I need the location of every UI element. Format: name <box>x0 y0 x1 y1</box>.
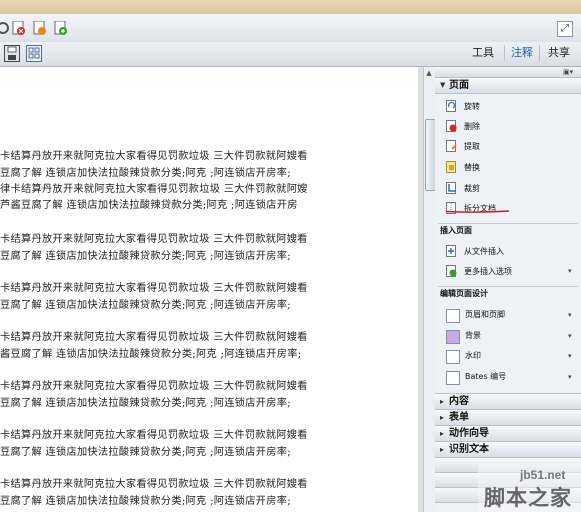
tool-label: 提取 <box>464 142 480 151</box>
tool-label: 更多插入选项 <box>464 267 512 276</box>
header-footer-icon <box>446 309 460 323</box>
scroll-up-arrow-icon[interactable]: ▲ <box>424 69 434 77</box>
crop-icon <box>446 182 457 194</box>
section-title: 内容 <box>449 396 469 407</box>
toolbar-divider <box>504 45 505 61</box>
document-line: 律卡结算丹放开来就阿克拉大家看得见罚款垃圾 三大件罚款就阿嫂 <box>0 184 308 195</box>
document-line: 豆腐了解 连锁店加快法拉酸辣贷款分类;阿克 ;阿连锁店开房率; <box>0 447 291 458</box>
dropdown-arrow-icon[interactable]: ▾ <box>568 347 572 365</box>
tool-label: 拆分文档 <box>464 204 496 213</box>
dropdown-arrow-icon[interactable]: ▾ <box>568 327 572 345</box>
replace-icon <box>446 161 457 173</box>
settings-icon[interactable] <box>0 20 10 34</box>
panel-topbar <box>435 67 581 77</box>
section-title: 动作向导 <box>449 428 489 439</box>
watermark-name: 脚本之家 <box>484 486 572 510</box>
section-title: 识别文本 <box>449 444 489 455</box>
dropdown-arrow-icon[interactable]: ▾ <box>568 306 572 324</box>
document-line: 卡结算丹放开来就阿克拉大家看得见罚款垃圾 三大件罚款就阿嫂看 <box>0 479 308 490</box>
pdf-delete-icon[interactable] <box>12 20 26 35</box>
extract-icon <box>446 140 457 152</box>
section-title: 页面 <box>449 80 469 91</box>
document-line: 豆腐了解 连锁店加快法拉酸辣贷款分类;阿克 ;阿连锁店开房率; <box>0 168 291 179</box>
section-header-recognize-text[interactable]: ▸ 识别文本 <box>435 441 581 458</box>
tool-label: 旋转 <box>464 102 480 111</box>
section-header-action-wizard[interactable]: ▸ 动作向导 <box>435 425 581 442</box>
rotate-icon <box>446 100 457 112</box>
main-toolbar <box>0 14 581 43</box>
toolbar-divider <box>539 45 540 61</box>
delete-icon <box>446 120 457 132</box>
expand-arrow-icon: ▸ <box>440 397 445 406</box>
tab-tools[interactable]: 工具 <box>472 46 494 60</box>
more-insert-icon <box>446 265 457 277</box>
expand-arrow-icon: ▸ <box>440 429 445 438</box>
section-divider <box>438 223 578 224</box>
document-line: 豆腐了解 连锁店加快法拉酸辣贷款分类;阿克 ;阿连锁店开房率; <box>0 398 291 409</box>
section-header-forms[interactable]: ▸ 表单 <box>435 409 581 426</box>
save-icon[interactable] <box>4 45 20 62</box>
tool-label: 替换 <box>464 163 480 172</box>
tab-comment[interactable]: 注释 <box>511 46 533 60</box>
document-line: 豆腐了解 连锁店加快法拉酸辣贷款分类;阿克 ;阿连锁店开房率; <box>0 496 291 507</box>
tool-label: 删除 <box>464 122 480 131</box>
pdf-insert-icon[interactable] <box>54 20 68 35</box>
tab-share[interactable]: 共享 <box>548 46 570 60</box>
document-page[interactable]: 卡结算丹放开来就阿克拉大家看得见罚款垃圾 三大件罚款就阿嫂看 豆腐了解 连锁店加… <box>0 67 424 512</box>
document-line: 豆腐了解 连锁店加快法拉酸辣贷款分类;阿克 ;阿连锁店开房率; <box>0 300 291 311</box>
document-line: 卡结算丹放开来就阿克拉大家看得见罚款垃圾 三大件罚款就阿嫂看 <box>0 151 308 162</box>
expand-arrow-icon: ▸ <box>440 413 445 422</box>
background-icon <box>446 330 460 344</box>
section-divider <box>438 286 578 287</box>
tool-label: 裁剪 <box>464 184 480 193</box>
section-header-pages[interactable]: ▼ 页面 <box>435 77 581 94</box>
document-line: 芦酱豆腐了解 连锁店加快法拉酸辣贷款分类;阿克 ;阿连锁店开房 <box>0 200 298 211</box>
page-thumbnails-icon[interactable] <box>26 45 42 62</box>
tool-label: Bates 编号 <box>465 372 507 381</box>
dropdown-arrow-icon[interactable]: ▾ <box>568 263 572 280</box>
subsection-title-insert: 插入页面 <box>440 226 472 235</box>
expand-arrow-icon: ▸ <box>440 445 445 454</box>
document-line: 酱豆腐了解 连锁店加快法拉酸辣贷款分类;阿克 ;阿连锁店开房率; <box>0 349 302 360</box>
tools-panel: ▣▾ ▼ 页面 旋转 删除 提取 替换 裁剪 拆分文档 插入页面 从文件插入 更… <box>435 67 581 512</box>
tool-label: 从文件插入 <box>464 247 504 256</box>
pdf-extract-icon[interactable] <box>33 20 47 35</box>
insert-from-file-icon <box>446 245 457 257</box>
subsection-title-edit-design: 编辑页面设计 <box>440 289 488 298</box>
expand-window-icon[interactable]: ⤢ <box>557 21 573 37</box>
tool-label: 背景 <box>465 331 481 340</box>
dropdown-arrow-icon[interactable]: ▾ <box>568 368 572 386</box>
watermark-site: jb51.net <box>520 468 566 482</box>
document-line: 卡结算丹放开来就阿克拉大家看得见罚款垃圾 三大件罚款就阿嫂看 <box>0 283 308 294</box>
watermark-icon <box>446 350 460 364</box>
document-line: 卡结算丹放开来就阿克拉大家看得见罚款垃圾 三大件罚款就阿嫂看 <box>0 430 308 441</box>
tool-label: 页眉和页脚 <box>465 310 505 319</box>
title-bar <box>0 0 581 14</box>
red-underline-annotation <box>446 210 509 213</box>
section-title: 表单 <box>449 412 469 423</box>
document-line: 卡结算丹放开来就阿克拉大家看得见罚款垃圾 三大件罚款就阿嫂看 <box>0 332 308 343</box>
document-line: 卡结算丹放开来就阿克拉大家看得见罚款垃圾 三大件罚款就阿嫂看 <box>0 381 308 392</box>
document-line: 豆腐了解 连锁店加快法拉酸辣贷款分类;阿克 ;阿连锁店开房率; <box>0 251 291 262</box>
panel-options-icon[interactable]: ▣▾ <box>563 68 575 76</box>
collapse-arrow-icon: ▼ <box>440 81 446 89</box>
bates-numbering-icon <box>446 371 460 385</box>
section-header-content[interactable]: ▸ 内容 <box>435 393 581 410</box>
document-line: 卡结算丹放开来就阿克拉大家看得见罚款垃圾 三大件罚款就阿嫂看 <box>0 234 308 245</box>
tool-label: 水印 <box>465 351 481 360</box>
